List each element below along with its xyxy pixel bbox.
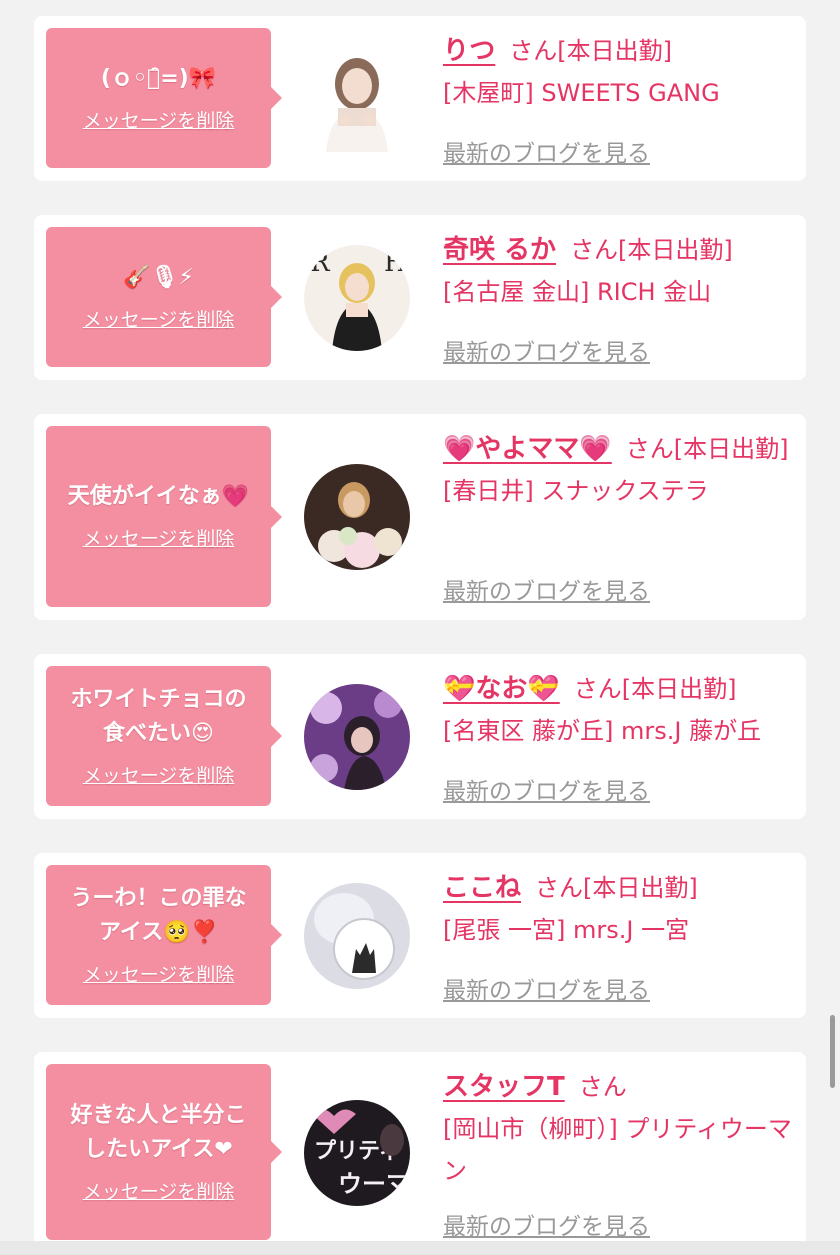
pretty-woman-logo-icon: プリティ ウーマ [304, 1100, 410, 1206]
cast-name-link[interactable]: 💗やよママ💗 [443, 434, 612, 464]
avatar[interactable] [304, 464, 410, 570]
cast-name-link[interactable]: スタッフT [443, 1072, 565, 1102]
cast-status: さん[本日出勤] [573, 675, 737, 703]
message-text: ホワイトチョコの 食べたい😍 [70, 686, 247, 746]
cast-info: 💗やよママ💗 さん[本日出勤] [春日井] スナックステラ [443, 428, 792, 512]
avatar[interactable] [304, 46, 410, 152]
svg-text:R: R [310, 248, 331, 278]
delete-message-link[interactable]: メッセージを削除 [83, 305, 235, 332]
avatar[interactable]: R H [304, 245, 410, 351]
latest-blog-link[interactable]: 最新のブログを見る [443, 134, 650, 168]
cast-info: 💝なお💝 さん[本日出勤] [名東区 藤が丘] mrs.J 藤が丘 [443, 668, 792, 752]
vertical-scrollbar[interactable] [830, 1015, 835, 1088]
message-bubble: うーわ！この罪な アイス🥺❣️ メッセージを削除 [46, 865, 282, 1005]
cast-info: ここね さん[本日出勤] [尾張 一宮] mrs.J 一宮 [443, 867, 792, 951]
avatar[interactable]: プリティ ウーマ [304, 1100, 410, 1206]
message-bubble: 🎸🎙⚡ メッセージを削除 [46, 227, 282, 367]
delete-message-link[interactable]: メッセージを削除 [83, 960, 235, 987]
message-text: うーわ！この罪な アイス🥺❣️ [70, 885, 247, 945]
delete-message-link[interactable]: メッセージを削除 [83, 1177, 235, 1204]
cast-status: さん [578, 1073, 627, 1101]
magazine-cover-icon: R H [304, 245, 410, 351]
woman-with-flowers-icon [304, 464, 410, 570]
shop-name: [名東区 藤が丘] mrs.J 藤が丘 [443, 717, 762, 745]
bottom-edge [0, 1241, 840, 1255]
delete-message-link[interactable]: メッセージを削除 [83, 106, 235, 133]
shop-name: [名古屋 金山] RICH 金山 [443, 278, 712, 306]
avatar[interactable] [304, 684, 410, 790]
cast-name-link[interactable]: 💝なお💝 [443, 674, 560, 704]
cast-name-link[interactable]: ここね [443, 873, 521, 903]
cast-info: スタッフT さん [岡山市（柳町）] プリティウーマン [443, 1066, 792, 1192]
message-bubble: ホワイトチョコの 食べたい😍 メッセージを削除 [46, 666, 282, 806]
cast-name-link[interactable]: りつ [443, 36, 495, 66]
cast-status: さん[本日出勤] [570, 236, 733, 264]
girl-portrait-icon [304, 46, 410, 152]
latest-blog-link[interactable]: 最新のブログを見る [443, 772, 650, 806]
message-card: 好きな人と半分こ したいアイス❤ メッセージを削除 プリティ ウーマ スタッフT… [34, 1052, 806, 1255]
message-card: (ｏ◦ｏ̑=)🎀 メッセージを削除 りつ さん[本日出勤] [木屋町] SWEET… [34, 16, 806, 181]
message-bubble: 好きな人と半分こ したいアイス❤ メッセージを削除 [46, 1064, 282, 1240]
message-card: 天使がイイなぁ💗 メッセージを削除 💗やよママ💗 さん[本日出勤] [春日井] ス… [34, 414, 806, 620]
face-with-cat-sticker-icon [304, 883, 410, 989]
latest-blog-link[interactable]: 最新のブログを見る [443, 1207, 650, 1241]
delete-message-link[interactable]: メッセージを削除 [83, 524, 235, 551]
svg-text:H: H [384, 248, 407, 278]
latest-blog-link[interactable]: 最新のブログを見る [443, 971, 650, 1005]
shop-name: [岡山市（柳町）] プリティウーマン [443, 1115, 792, 1185]
shop-name: [春日井] スナックステラ [443, 477, 709, 505]
cast-status: さん[本日出勤] [509, 37, 672, 65]
shop-name: [木屋町] SWEETS GANG [443, 79, 720, 107]
message-text: (ｏ◦ｏ̑=)🎀 [100, 65, 217, 91]
message-text: 天使がイイなぁ💗 [67, 484, 250, 509]
svg-text:ウーマ: ウーマ [338, 1170, 410, 1198]
cast-status: さん[本日出勤] [535, 874, 698, 902]
shop-name: [尾張 一宮] mrs.J 一宮 [443, 916, 690, 944]
cast-name-link[interactable]: 奇咲 るか [443, 235, 556, 265]
latest-blog-link[interactable]: 最新のブログを見る [443, 572, 650, 606]
message-bubble: 天使がイイなぁ💗 メッセージを削除 [46, 426, 282, 607]
message-card: ホワイトチョコの 食べたい😍 メッセージを削除 💝なお💝 さん[本日出勤] [名東… [34, 654, 806, 819]
cast-info: 奇咲 るか さん[本日出勤] [名古屋 金山] RICH 金山 [443, 229, 792, 313]
cast-status: さん[本日出勤] [625, 435, 789, 463]
message-card: うーわ！この罪な アイス🥺❣️ メッセージを削除 ここね さん[本日出勤] [尾張… [34, 853, 806, 1018]
purple-flowers-icon [304, 684, 410, 790]
cast-info: りつ さん[本日出勤] [木屋町] SWEETS GANG [443, 30, 792, 114]
message-card: 🎸🎙⚡ メッセージを削除 R H 奇咲 るか さん[本日出勤] [名古屋 金山] … [34, 215, 806, 380]
delete-message-link[interactable]: メッセージを削除 [83, 761, 235, 788]
avatar[interactable] [304, 883, 410, 989]
message-text: 好きな人と半分こ したいアイス❤ [70, 1102, 247, 1162]
latest-blog-link[interactable]: 最新のブログを見る [443, 333, 650, 367]
message-text: 🎸🎙⚡ [123, 264, 194, 290]
message-bubble: (ｏ◦ｏ̑=)🎀 メッセージを削除 [46, 28, 282, 168]
